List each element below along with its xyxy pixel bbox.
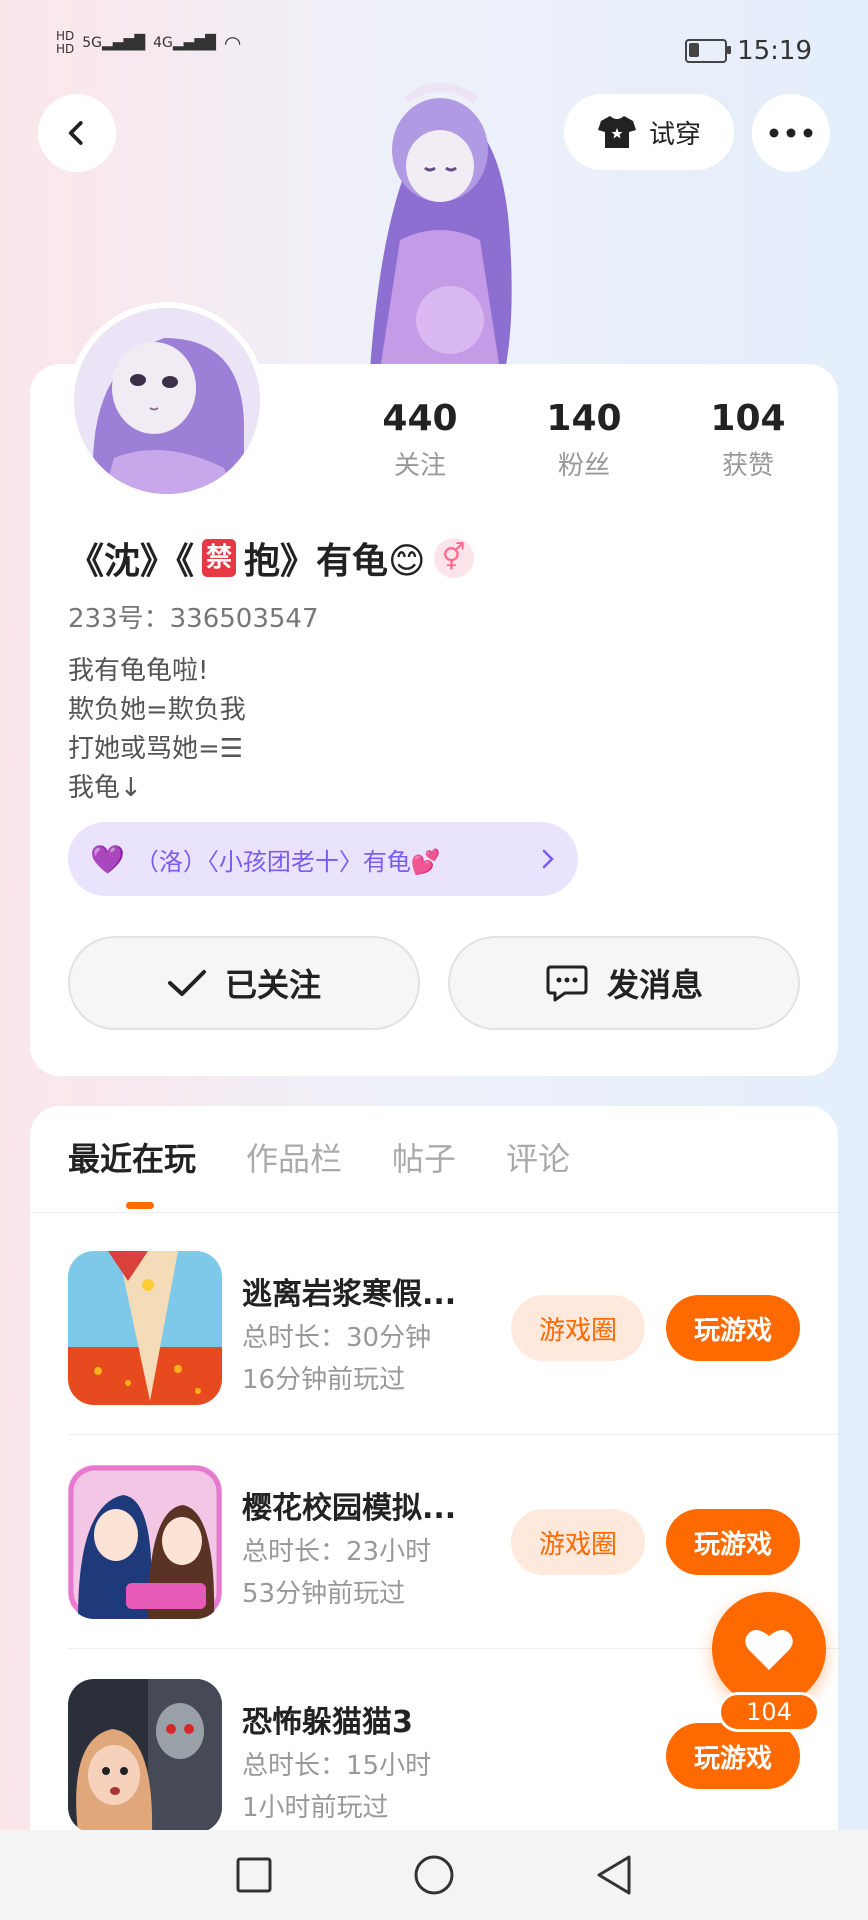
followers-count: 140 [546,398,622,439]
profile-tabs: 最近在玩 作品栏 帖子 评论 [68,1134,570,1180]
like-count-badge: 104 [718,1692,820,1732]
checkmark-icon [167,970,206,996]
tab-works[interactable]: 作品栏 [246,1134,342,1180]
game-icon-sakura[interactable] [68,1465,222,1619]
try-on-button[interactable]: 试穿 [564,94,734,170]
heart-icon [745,1629,793,1670]
back-arrow-icon [68,121,83,145]
wifi-icon: ◠ [223,31,242,55]
system-nav-bar [0,1830,868,1920]
back-button[interactable] [38,94,116,172]
hd-icon: HD HD [56,29,75,56]
likes-label: 获赞 [721,451,774,481]
send-message-button[interactable]: 发消息 [448,936,800,1030]
relationship-tag[interactable]: 💜 （洛）〈小孩团老十〉有龟💕 [68,822,578,896]
game-last-played: 53分钟前玩过 [242,1579,406,1609]
chat-bubble-icon [546,965,588,1002]
ban-emoji: 禁 [202,539,237,577]
game-duration: 总时长：23小时 [242,1537,432,1567]
game-name: 恐怖躲猫猫3 [242,1705,413,1740]
game-circle-button[interactable]: 游戏圈 [511,1295,645,1361]
followed-button[interactable]: 已关注 [68,936,420,1030]
gender-icon: ⚥ [433,538,474,578]
avatar[interactable] [68,302,266,500]
stat-likes[interactable]: 104 获赞 [678,398,818,482]
row-divider [68,1434,838,1435]
tab-recent-play[interactable]: 最近在玩 [68,1134,196,1180]
send-message-label: 发消息 [606,966,703,1004]
game-duration: 总时长：15小时 [242,1751,432,1781]
user-id[interactable]: 233号：336503547 [68,598,319,635]
signal-5g-icon: 5G▂▄▆█ [82,35,146,51]
battery-icon [685,39,732,63]
status-right: 15:19 [685,36,812,66]
game-name: 樱花校园模拟... [242,1491,457,1526]
stat-following[interactable]: 440 关注 [350,398,490,482]
character-avatar-3d[interactable] [310,80,560,370]
game-name: 逃离岩浆寒假... [242,1277,457,1312]
following-count: 440 [382,398,458,439]
tabs-divider [30,1212,838,1213]
network-indicators: HD HD 5G▂▄▆█ 4G▂▄▆█ ◠ [56,30,241,56]
nickname: 《沈》《禁抱》有龟😊 ⚥ [68,532,474,584]
more-dots-icon [769,128,813,138]
back-triangle-icon[interactable] [595,1854,633,1896]
followed-label: 已关注 [224,966,321,1004]
recents-square-icon[interactable] [235,1856,273,1894]
tab-comments[interactable]: 评论 [506,1134,570,1180]
tshirt-icon [597,116,636,148]
game-last-played: 1小时前玩过 [242,1793,389,1823]
following-label: 关注 [393,451,446,481]
followers-label: 粉丝 [557,451,610,481]
chevron-right-icon [542,849,554,869]
game-duration: 总时长：30分钟 [242,1323,432,1353]
play-game-button[interactable]: 玩游戏 [666,1509,800,1575]
bio: 我有龟龟啦! 欺负她=欺负我 打她或骂她=☰ 我龟↓ [68,656,246,803]
signal-4g-icon: 4G▂▄▆█ [153,35,216,51]
like-fab-button[interactable] [712,1592,826,1706]
more-button[interactable] [752,94,830,172]
clock: 15:19 [737,36,812,66]
game-last-played: 16分钟前玩过 [242,1365,406,1395]
tab-posts[interactable]: 帖子 [392,1134,456,1180]
try-on-label: 试穿 [648,119,701,150]
tab-indicator [126,1202,154,1209]
play-game-button[interactable]: 玩游戏 [666,1295,800,1361]
home-circle-icon[interactable] [413,1854,455,1896]
game-icon-horror[interactable] [68,1679,222,1833]
play-game-button[interactable]: 玩游戏 [666,1723,800,1789]
game-circle-button[interactable]: 游戏圈 [511,1509,645,1575]
relationship-text: （洛）〈小孩团老十〉有龟💕 [134,847,441,876]
stat-followers[interactable]: 140 粉丝 [514,398,654,482]
game-item[interactable]: 逃离岩浆寒假... 总时长：30分钟 16分钟前玩过 游戏圈 玩游戏 [68,1251,838,1431]
nickname-part1: 《沈》《 [68,541,195,582]
game-icon-lava[interactable] [68,1251,222,1405]
double-heart-icon: 💜 [90,842,125,876]
likes-count: 104 [710,398,786,439]
nickname-part2: 抱》有龟😊 [244,541,426,582]
